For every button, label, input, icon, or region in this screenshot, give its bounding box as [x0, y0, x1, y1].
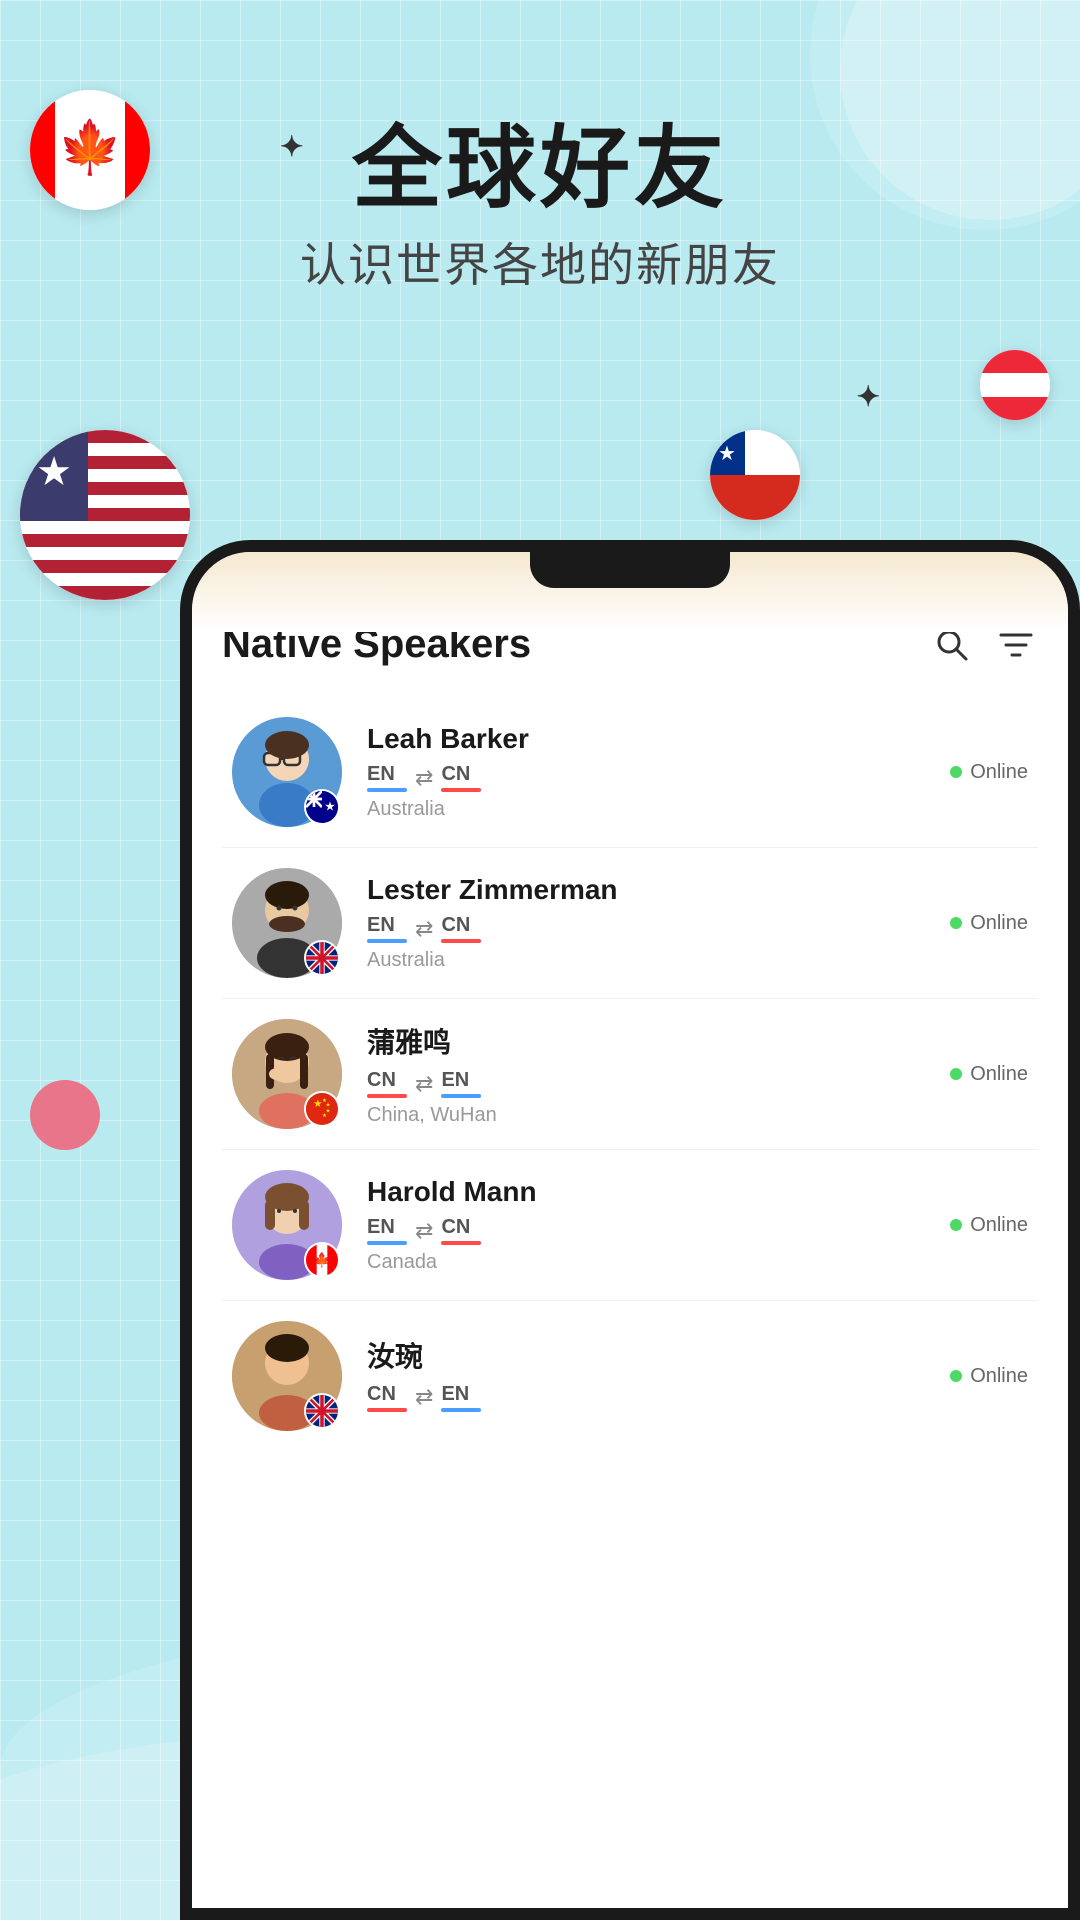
user-name: Leah Barker: [367, 723, 950, 755]
lang-line-to: [441, 1241, 481, 1245]
status-label: Online: [970, 1063, 1028, 1086]
lang-to: EN: [441, 1069, 469, 1091]
online-dot: [950, 1370, 962, 1382]
flag-austria: [980, 350, 1050, 420]
main-title: 全球好友: [0, 120, 1080, 219]
online-dot: [950, 917, 962, 929]
avatar-flag: ★ ★ ★ ★ ★: [304, 1091, 340, 1127]
lang-to: CN: [441, 1216, 470, 1238]
online-status: Online: [950, 1214, 1028, 1237]
avatar-flag: [304, 1393, 340, 1429]
lang-line-from: [367, 939, 407, 943]
user-name: 汝琬: [367, 1335, 950, 1375]
hero-section: 全球好友 认识世界各地的新朋友: [0, 120, 1080, 295]
lang-to: CN: [441, 914, 470, 936]
user-item[interactable]: 汝琬 CN ⇄ EN: [222, 1301, 1038, 1451]
avatar-flag: [304, 940, 340, 976]
lang-to: EN: [441, 1383, 469, 1405]
svg-text:🍁: 🍁: [313, 1251, 331, 1268]
lang-row: EN ⇄ CN: [367, 763, 950, 792]
user-location: China, WuHan: [367, 1104, 950, 1127]
phone-screen: Native Speakers: [192, 552, 1068, 1908]
lang-line-to: [441, 1094, 481, 1098]
svg-text:★: ★: [324, 800, 335, 814]
flag-usa: ★: [20, 430, 190, 600]
sub-title: 认识世界各地的新朋友: [0, 229, 1080, 295]
status-label: Online: [970, 1214, 1028, 1237]
user-location: Australia: [367, 949, 950, 972]
svg-text:★: ★: [36, 450, 72, 494]
user-info: 汝琬 CN ⇄ EN: [367, 1335, 950, 1418]
screen-content: Native Speakers: [192, 552, 1068, 1908]
sparkle-2: ✦: [857, 380, 880, 413]
avatar-flag: ★: [304, 789, 340, 825]
lang-line-from: [367, 1241, 407, 1245]
lang-from: CN: [367, 1383, 396, 1405]
user-location: Australia: [367, 798, 950, 821]
flag-chile: ★: [710, 430, 800, 520]
lang-line-from: [367, 1094, 407, 1098]
lang-arrow-icon: ⇄: [415, 765, 433, 791]
avatar-container: ★: [232, 717, 342, 827]
user-name: Harold Mann: [367, 1176, 950, 1208]
user-info: 蒲雅鸣 CN ⇄ EN China, WuH: [367, 1021, 950, 1127]
svg-text:★: ★: [322, 1113, 327, 1119]
phone-notch: [530, 552, 730, 588]
avatar-container: [232, 868, 342, 978]
user-item[interactable]: ★ Leah Barker EN ⇄: [222, 697, 1038, 848]
phone-frame: Native Speakers: [180, 540, 1080, 1920]
user-info: Leah Barker EN ⇄ CN Au: [367, 723, 950, 821]
svg-text:★: ★: [326, 1102, 331, 1108]
lang-to: CN: [441, 763, 470, 785]
lang-line-to: [441, 788, 481, 792]
online-dot: [950, 1219, 962, 1231]
lang-line-from: [367, 788, 407, 792]
user-name: Lester Zimmerman: [367, 874, 950, 906]
online-dot: [950, 1068, 962, 1080]
lang-row: EN ⇄ CN: [367, 914, 950, 943]
lang-arrow-icon: ⇄: [415, 1218, 433, 1244]
avatar-container: ★ ★ ★ ★ ★: [232, 1019, 342, 1129]
online-status: Online: [950, 761, 1028, 784]
user-item[interactable]: 🍁 Harold Mann EN ⇄: [222, 1150, 1038, 1301]
lang-line-from: [367, 1408, 407, 1412]
lang-from: EN: [367, 763, 395, 785]
avatar-container: [232, 1321, 342, 1431]
deco-pink-circle: [30, 1080, 100, 1150]
lang-arrow-icon: ⇄: [415, 1071, 433, 1097]
svg-text:★: ★: [718, 443, 736, 465]
avatar-container: 🍁: [232, 1170, 342, 1280]
user-info: Harold Mann EN ⇄ CN Ca: [367, 1176, 950, 1274]
lang-from: EN: [367, 914, 395, 936]
user-item[interactable]: Lester Zimmerman EN ⇄ CN: [222, 848, 1038, 999]
lang-from: EN: [367, 1216, 395, 1238]
lang-row: EN ⇄ CN: [367, 1216, 950, 1245]
lang-from: CN: [367, 1069, 396, 1091]
avatar-flag: 🍁: [304, 1242, 340, 1278]
lang-line-to: [441, 939, 481, 943]
user-item[interactable]: ★ ★ ★ ★ ★ 蒲雅鸣 CN: [222, 999, 1038, 1150]
lang-line-to: [441, 1408, 481, 1412]
status-label: Online: [970, 761, 1028, 784]
lang-arrow-icon: ⇄: [415, 916, 433, 942]
online-status: Online: [950, 1365, 1028, 1388]
online-status: Online: [950, 912, 1028, 935]
lang-row: CN ⇄ EN: [367, 1383, 950, 1412]
status-label: Online: [970, 912, 1028, 935]
user-location: Canada: [367, 1251, 950, 1274]
user-name: 蒲雅鸣: [367, 1021, 950, 1061]
online-dot: [950, 766, 962, 778]
user-list: ★ Leah Barker EN ⇄: [222, 697, 1038, 1451]
user-info: Lester Zimmerman EN ⇄ CN: [367, 874, 950, 972]
online-status: Online: [950, 1063, 1028, 1086]
lang-row: CN ⇄ EN: [367, 1069, 950, 1098]
status-label: Online: [970, 1365, 1028, 1388]
lang-arrow-icon: ⇄: [415, 1384, 433, 1410]
